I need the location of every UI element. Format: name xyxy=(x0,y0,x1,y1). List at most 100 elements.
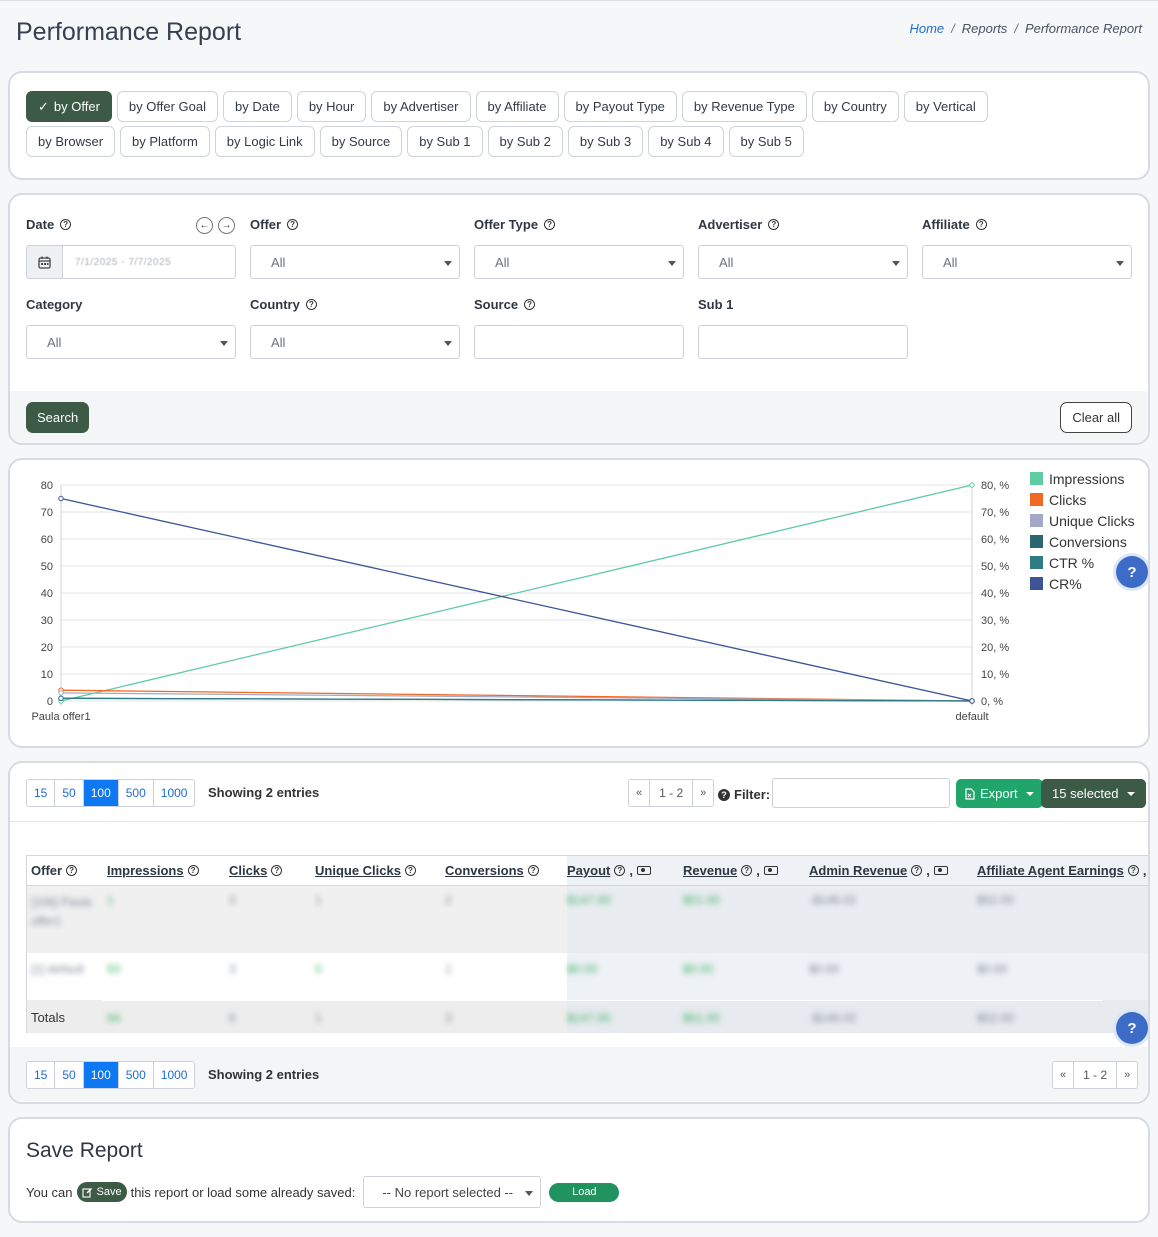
group-by-source-button[interactable]: by Source xyxy=(319,126,403,157)
page-size-option[interactable]: 50 xyxy=(55,1062,84,1088)
page-size-option[interactable]: 1000 xyxy=(153,1062,195,1088)
column-header-affiliate-agent-earnings[interactable]: Affiliate Agent Earnings?, xyxy=(977,856,1148,885)
group-by-sub-4-button[interactable]: by Sub 4 xyxy=(648,126,724,157)
offer-select[interactable]: All xyxy=(250,245,460,279)
page-size-option[interactable]: 15 xyxy=(27,1062,56,1088)
affiliate-select[interactable]: All xyxy=(922,245,1132,279)
column-header-unique-clicks[interactable]: Unique Clicks? xyxy=(315,856,416,885)
offer-type-label-text: Offer Type xyxy=(474,217,539,232)
offer-type-filter-label: Offer Type? xyxy=(474,217,556,232)
group-by-hour-button[interactable]: by Hour xyxy=(296,91,367,122)
total-clicks: 6 xyxy=(229,1011,236,1025)
legend-item[interactable]: Unique Clicks xyxy=(1030,510,1135,531)
save-report-button[interactable]: Save xyxy=(76,1182,127,1202)
help-icon[interactable]: ? xyxy=(287,219,299,230)
date-prev-arrow-icon[interactable]: ← xyxy=(196,217,213,234)
column-header-impressions[interactable]: Impressions? xyxy=(107,856,199,885)
total-conversions: 3 xyxy=(445,1011,452,1025)
group-by-sub-1-button[interactable]: by Sub 1 xyxy=(407,126,483,157)
divider xyxy=(10,821,1148,822)
group-by-revenue-type-button[interactable]: by Revenue Type xyxy=(681,91,807,122)
cell-offer[interactable]: [1] default xyxy=(31,962,84,976)
group-by-label: by Revenue Type xyxy=(693,99,795,114)
page-size-option[interactable]: 100 xyxy=(83,1062,119,1088)
pagination-prev-button[interactable]: « xyxy=(629,780,651,806)
y-right-tick-label: 30, % xyxy=(981,615,1009,627)
y-tick-label: 0 xyxy=(47,696,53,708)
cell-offer[interactable]: [106] Paula offer1 xyxy=(31,893,101,931)
sub1-input[interactable] xyxy=(698,325,908,359)
data-point xyxy=(969,698,975,704)
group-by-logic-link-button[interactable]: by Logic Link xyxy=(214,126,315,157)
group-by-sub-5-button[interactable]: by Sub 5 xyxy=(728,126,804,157)
help-icon[interactable]: ? xyxy=(305,299,317,310)
date-range-value: 7/1/2025 - 7/7/2025 xyxy=(75,256,172,268)
group-by-offer-button[interactable]: ✓ by Offer xyxy=(26,91,112,122)
save-report-title: Save Report xyxy=(26,1139,143,1162)
page-size-option[interactable]: 50 xyxy=(55,780,84,806)
money-icon xyxy=(763,866,778,875)
group-by-advertiser-button[interactable]: by Advertiser xyxy=(371,91,471,122)
legend-item[interactable]: Impressions xyxy=(1030,468,1135,489)
load-report-button[interactable]: Load xyxy=(549,1182,620,1202)
group-by-sub-2-button[interactable]: by Sub 2 xyxy=(487,126,563,157)
search-button[interactable]: Search xyxy=(26,402,90,433)
column-header-payout[interactable]: Payout?, xyxy=(567,856,651,885)
export-button[interactable]: Export xyxy=(956,779,1043,808)
pagination-prev-button[interactable]: « xyxy=(1053,1062,1075,1088)
group-by-sub-3-button[interactable]: by Sub 3 xyxy=(567,126,644,157)
date-range-input[interactable]: 7/1/2025 - 7/7/2025 xyxy=(26,245,236,279)
help-icon[interactable]: ? xyxy=(524,299,536,310)
column-label: Payout xyxy=(567,863,611,878)
offer-type-select[interactable]: All xyxy=(474,245,684,279)
cell-impressions: 1 xyxy=(107,893,114,907)
saved-report-select[interactable]: -- No report selected -- xyxy=(363,1176,542,1208)
page-size-option[interactable]: 15 xyxy=(27,780,56,806)
group-by-affiliate-button[interactable]: by Affiliate xyxy=(475,91,559,122)
y-right-tick-label: 80, % xyxy=(981,480,1009,492)
breadcrumb-reports-link[interactable]: Reports xyxy=(962,21,1008,36)
group-by-browser-button[interactable]: by Browser xyxy=(26,126,116,157)
page-size-option[interactable]: 500 xyxy=(118,1062,154,1088)
cell-clicks: 3 xyxy=(229,893,236,907)
legend-item[interactable]: Clicks xyxy=(1030,489,1135,510)
help-chat-icon[interactable]: ? xyxy=(1116,1012,1148,1044)
cell-admin-revenue: $0.00 xyxy=(809,962,840,976)
country-select[interactable]: All xyxy=(250,325,460,359)
legend-item[interactable]: Conversions xyxy=(1030,531,1135,552)
advertiser-select[interactable]: All xyxy=(698,245,908,279)
help-icon[interactable]: ? xyxy=(544,219,556,230)
group-by-date-button[interactable]: by Date xyxy=(223,91,292,122)
table-filter-input[interactable] xyxy=(772,778,950,808)
column-header-conversions[interactable]: Conversions? xyxy=(445,856,539,885)
chevron-down-icon xyxy=(444,341,452,346)
help-icon[interactable]: ? xyxy=(768,219,780,230)
category-select[interactable]: All xyxy=(26,325,236,359)
group-by-country-button[interactable]: by Country xyxy=(811,91,899,122)
source-input[interactable] xyxy=(474,325,684,359)
page-size-option[interactable]: 500 xyxy=(118,780,154,806)
help-icon[interactable]: ? xyxy=(60,219,72,230)
group-by-offer-goal-button[interactable]: by Offer Goal xyxy=(116,91,218,122)
y-right-tick-label: 10, % xyxy=(981,669,1009,681)
date-next-arrow-icon[interactable]: → xyxy=(218,217,235,234)
help-icon[interactable]: ? xyxy=(975,219,987,230)
group-by-vertical-button[interactable]: by Vertical xyxy=(903,91,988,122)
page-size-option[interactable]: 100 xyxy=(83,780,119,806)
group-by-platform-button[interactable]: by Platform xyxy=(120,126,210,157)
column-header-offer[interactable]: Offer? xyxy=(31,856,78,885)
pagination-next-button[interactable]: » xyxy=(1117,1062,1138,1088)
help-chat-icon[interactable]: ? xyxy=(1116,556,1148,588)
breadcrumb-home-link[interactable]: Home xyxy=(909,21,944,36)
column-header-revenue[interactable]: Revenue?, xyxy=(683,856,778,885)
legend-label: Clicks xyxy=(1049,491,1087,508)
cell-conversions: 2 xyxy=(445,893,452,907)
pagination-next-button[interactable]: » xyxy=(693,780,714,806)
columns-selected-button[interactable]: 15 selected xyxy=(1041,779,1146,808)
group-by-payout-type-button[interactable]: by Payout Type xyxy=(563,91,677,122)
total-agent-earnings: $52.00 xyxy=(977,1011,1014,1025)
column-header-admin-revenue[interactable]: Admin Revenue?, xyxy=(809,856,948,885)
page-size-option[interactable]: 1000 xyxy=(153,780,195,806)
clear-all-button[interactable]: Clear all xyxy=(1060,402,1132,433)
column-header-clicks[interactable]: Clicks? xyxy=(229,856,283,885)
